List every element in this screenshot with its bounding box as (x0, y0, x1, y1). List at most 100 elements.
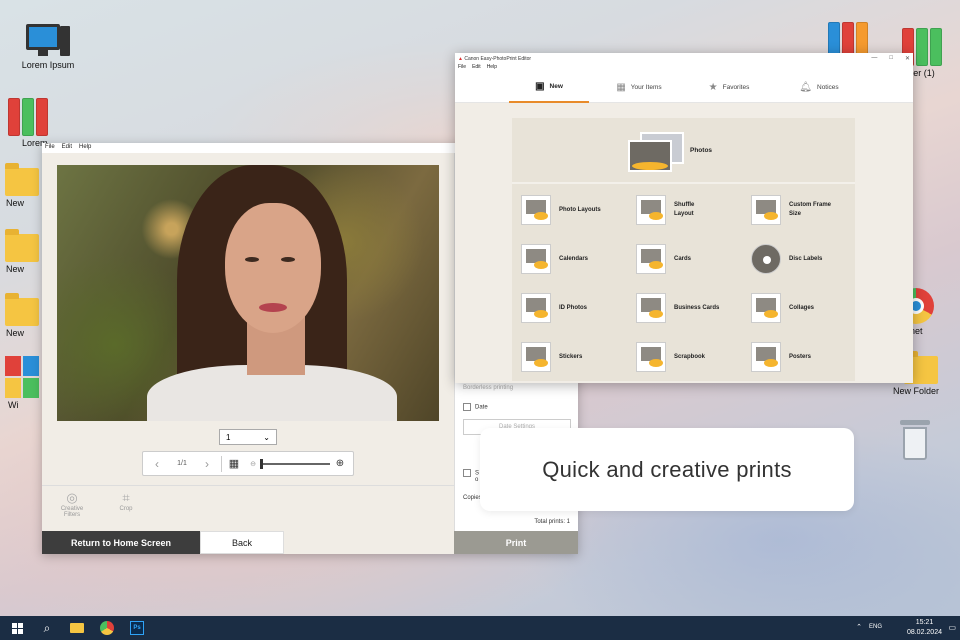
edit-tools-row: ◎ Creative Filters ⌗ Crop (42, 485, 454, 531)
category-disc-labels[interactable]: Disc Labels (742, 235, 855, 283)
desktop-icon-windows-app[interactable]: Wi (0, 356, 44, 410)
crop-button[interactable]: ⌗ Crop (106, 490, 146, 512)
binders-icon (8, 96, 52, 136)
chrome-taskbar-button[interactable] (92, 616, 122, 640)
category-stickers[interactable]: Stickers (512, 333, 625, 381)
close-icon[interactable]: ✕ (905, 55, 910, 62)
shuffle-layout-icon (636, 195, 666, 225)
page-counter: 1/1 (177, 460, 187, 467)
menu-file[interactable]: File (45, 144, 55, 152)
category-calendars[interactable]: Calendars (512, 235, 625, 283)
minimize-icon[interactable]: — (871, 55, 877, 62)
folder-icon (70, 623, 84, 633)
tool-label: Crop (119, 506, 133, 512)
s-option[interactable]: S (463, 469, 479, 477)
search-icon: ⌕ (43, 620, 51, 635)
category-label: Cards (674, 255, 692, 262)
category-id-photos[interactable]: ID Photos (512, 284, 625, 332)
desktop-icon-binders[interactable]: Lorem (0, 96, 60, 148)
photoshop-taskbar-button[interactable]: Ps (122, 616, 152, 640)
maximize-icon[interactable]: □ (889, 55, 893, 62)
borderless-option[interactable]: Borderless printing (463, 385, 513, 391)
search-button[interactable]: ⌕ (32, 616, 62, 640)
category-collages[interactable]: Collages (742, 284, 855, 332)
folder-icon (5, 163, 39, 196)
borderless-label: Borderless printing (463, 385, 514, 391)
clock-time: 15:21 (915, 619, 934, 626)
chevron-right-icon[interactable]: › (193, 457, 221, 471)
photos-icon (628, 132, 684, 172)
category-label: Posters (789, 353, 812, 360)
desktop-icon-folder[interactable]: New (0, 229, 44, 274)
category-label: Scrapbook (674, 353, 706, 360)
return-home-button[interactable]: Return to Home Screen (42, 531, 200, 554)
calendars-icon (521, 244, 551, 274)
clock[interactable]: 15:21 08.02.2024 (907, 618, 942, 638)
tray-chevron-up-icon[interactable]: ⌃ (856, 623, 862, 631)
start-button[interactable] (2, 616, 32, 640)
file-explorer-button[interactable] (62, 616, 92, 640)
category-posters[interactable]: Posters (742, 333, 855, 381)
zoom-slider[interactable] (260, 458, 330, 469)
tab-new[interactable]: ▣ New (509, 73, 589, 103)
s-option-label: S (475, 470, 480, 477)
desktop-icon-folder[interactable]: New (0, 163, 44, 208)
creative-filters-icon: ◎ (66, 490, 78, 505)
chevron-left-icon[interactable]: ‹ (143, 457, 171, 471)
language-indicator[interactable]: ENG (869, 624, 882, 630)
desktop-icon-recycle-bin[interactable] (888, 420, 944, 460)
category-label: Disc Labels (789, 255, 823, 262)
copies-label: Copies (463, 495, 482, 501)
folder-icon (5, 293, 39, 326)
zoom-slider-handle[interactable] (260, 458, 263, 469)
s-option-checkbox[interactable] (463, 469, 471, 477)
computer-icon (26, 24, 70, 58)
notifications-icon[interactable]: ▭ (948, 623, 956, 632)
category-photo-layouts[interactable]: Photo Layouts (512, 186, 625, 234)
tab-notices[interactable]: 🔔︎ Notices (779, 73, 859, 103)
category-cards[interactable]: Cards (627, 235, 740, 283)
grid-view-icon[interactable]: ▦ (222, 457, 246, 470)
desktop-icon-label: New (6, 264, 25, 274)
tab-label: Notices (817, 84, 839, 91)
category-label: Calendars (559, 255, 589, 262)
category-shuffle-layout[interactable]: Shuffle Layout (627, 186, 740, 234)
desktop-icon-computer[interactable]: Lorem Ipsum (16, 24, 80, 70)
star-icon: ★ (708, 82, 718, 93)
photo-layouts-icon (521, 195, 551, 225)
category-label: Photo Layouts (559, 206, 601, 213)
menu-file[interactable]: File (458, 64, 466, 73)
category-label: Shuffle Layout (674, 202, 695, 217)
desktop-icon-label: Wi (8, 400, 19, 410)
photos-tile[interactable]: Photos (512, 118, 855, 184)
s-option-subtext: o (475, 477, 479, 483)
category-scrapbook[interactable]: Scrapbook (627, 333, 740, 381)
category-custom-frame-size[interactable]: Custom Frame Size (742, 186, 855, 234)
category-business-cards[interactable]: Business Cards (627, 284, 740, 332)
tab-your-items[interactable]: ▦ Your Items (599, 73, 679, 103)
print-button[interactable]: Print (454, 531, 578, 554)
page-select[interactable]: 1 ⌄ (219, 429, 277, 445)
collages-icon (751, 293, 781, 323)
desktop-icon-label: New (6, 198, 25, 208)
creative-filters-button[interactable]: ◎ Creative Filters (52, 490, 92, 518)
tab-favorites[interactable]: ★ Favorites (689, 73, 769, 103)
desktop-icon-label: Lorem Ipsum (21, 60, 75, 70)
desktop-icon-label: New Folder (892, 386, 939, 396)
photo-preview[interactable] (57, 165, 439, 421)
zoom-in-icon[interactable]: ⊕ (330, 458, 350, 469)
photos-label: Photos (690, 147, 713, 154)
desktop-icon-folder[interactable]: New (0, 293, 44, 338)
menu-edit[interactable]: Edit (472, 64, 481, 73)
menu-help[interactable]: Help (79, 144, 91, 152)
category-label: Collages (789, 304, 815, 311)
zoom-out-icon[interactable]: ⊖ (246, 460, 260, 468)
back-button[interactable]: Back (200, 531, 284, 554)
stickers-icon (521, 342, 551, 372)
page-navigation-bar: ‹ 1/1 › ▦ ⊖ ⊕ (142, 451, 354, 476)
menu-edit[interactable]: Edit (62, 144, 72, 152)
date-checkbox[interactable] (463, 403, 471, 411)
date-option[interactable]: Date (463, 403, 488, 411)
menu-help[interactable]: Help (487, 64, 497, 73)
main-titlebar: ▲ Canon Easy-PhotoPrint Editor — □ ✕ (455, 53, 913, 64)
